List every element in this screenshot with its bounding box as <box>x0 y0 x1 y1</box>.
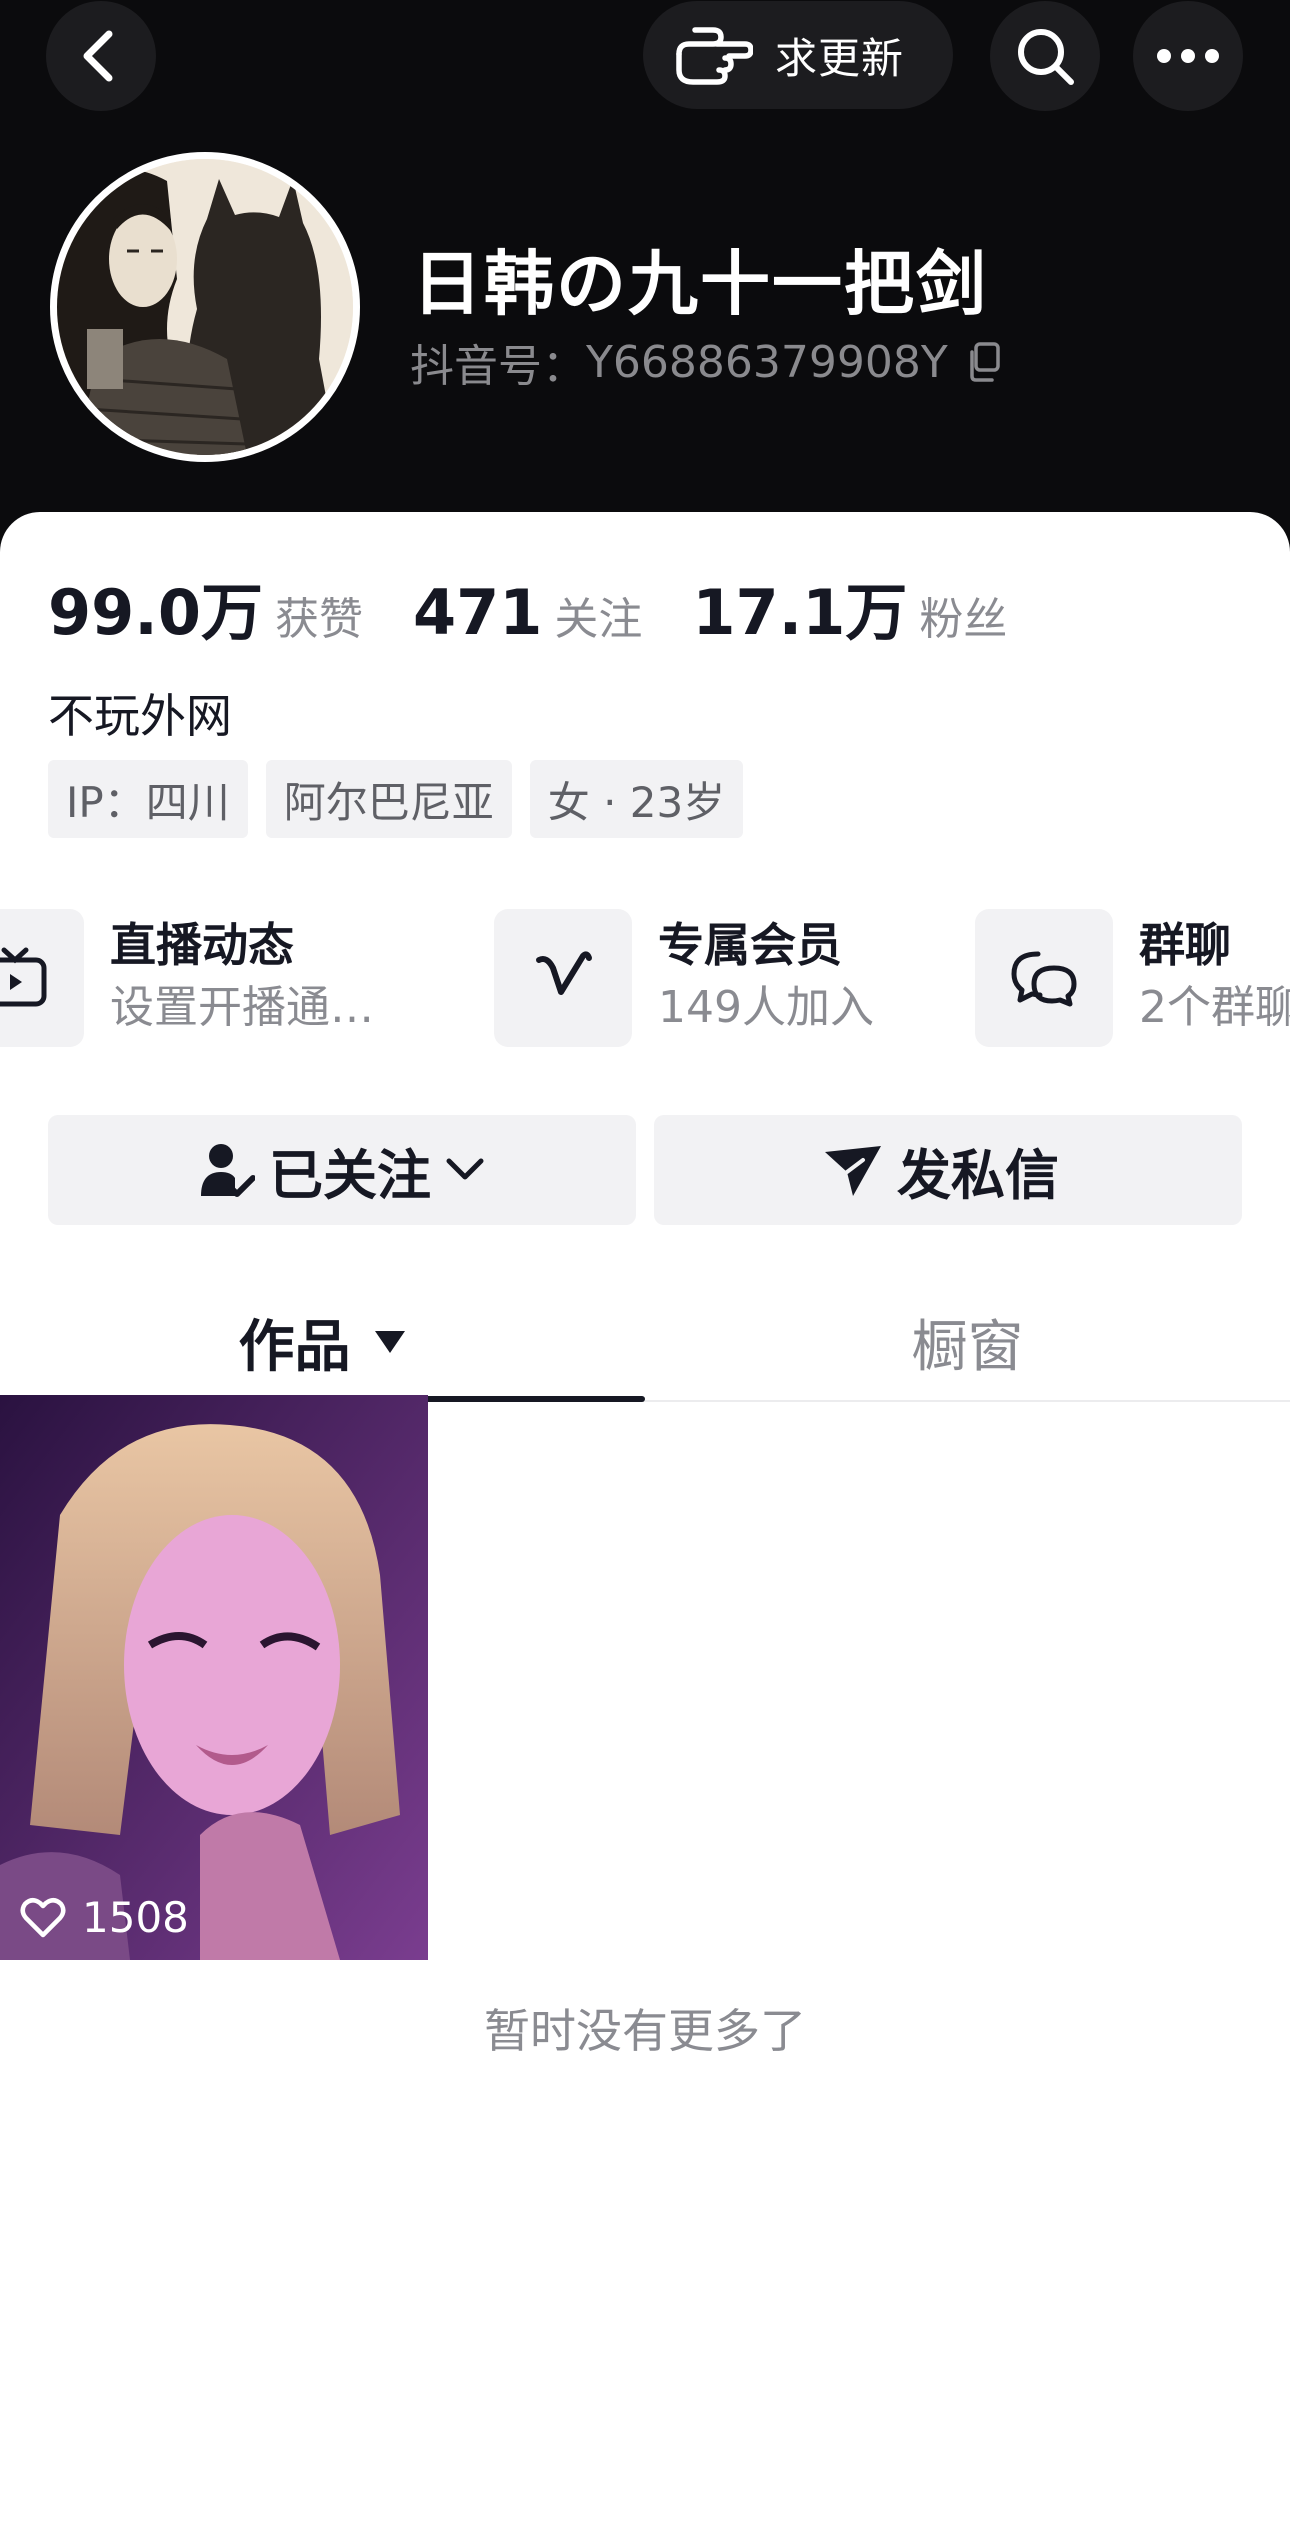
douyin-id-value: Y66886379908Y <box>586 336 948 388</box>
chat-icon <box>1011 951 1077 1007</box>
followed-label: 已关注 <box>269 1143 431 1207</box>
feature-chat-subtitle: 2个群聊 <box>1139 982 1290 1033</box>
feature-group-chat[interactable]: 群聊 2个群聊 <box>975 908 1290 1048</box>
back-button[interactable] <box>46 1 156 111</box>
avatar-illustration <box>57 159 353 455</box>
feature-membership[interactable]: 专属会员 149人加入 <box>494 908 874 1048</box>
send-message-button[interactable]: 发私信 <box>654 1115 1242 1225</box>
feature-member-icon-box <box>494 909 632 1047</box>
video-thumbnail[interactable]: 1508 <box>0 1395 428 1960</box>
feature-row: 直播动态 设置开播通… 专属会员 149人加入 群聊 2个群聊 <box>0 908 1290 1048</box>
followers-count[interactable]: 17.1万 <box>692 562 907 652</box>
stats-row: 99.0万 获赞 471 关注 17.1万 粉丝 <box>48 562 1057 652</box>
more-dots-icon <box>1157 49 1219 63</box>
feature-chat-title: 群聊 <box>1139 918 1231 972</box>
chevron-left-icon <box>83 30 113 82</box>
send-message-label: 发私信 <box>897 1143 1059 1207</box>
more-button[interactable] <box>1133 1 1243 111</box>
feature-live-title: 直播动态 <box>110 918 294 972</box>
gender-age-tag: 女 · 23岁 <box>529 760 744 838</box>
likes-label: 获赞 <box>274 594 363 645</box>
no-more-content-text: 暂时没有更多了 <box>484 2004 806 2058</box>
feature-member-subtitle: 149人加入 <box>658 982 874 1033</box>
feature-chat-icon-box <box>975 909 1113 1047</box>
v-icon <box>536 951 592 995</box>
tv-icon <box>0 947 47 1007</box>
search-button[interactable] <box>990 1 1100 111</box>
feature-member-title: 专属会员 <box>658 918 842 972</box>
bio-text: 不玩外网 <box>48 689 232 743</box>
profile-header: 求更新 日韩の九十一把剑 抖音号： Y66886379908Y <box>0 0 1290 560</box>
feature-live-subtitle: 设置开播通… <box>110 982 374 1033</box>
tab-works-label: 作品 <box>238 1314 351 1380</box>
profile-tags: IP：四川 阿尔巴尼亚 女 · 23岁 <box>48 760 761 838</box>
following-count[interactable]: 471 <box>413 576 542 649</box>
nickname: 日韩の九十一把剑 <box>412 243 988 325</box>
video-like-count: 1508 <box>20 1893 189 1942</box>
copy-icon[interactable] <box>966 342 1002 382</box>
feature-live-icon-box <box>0 909 84 1047</box>
douyin-id-label: 抖音号： <box>410 341 586 392</box>
following-label[interactable]: 关注 <box>554 583 642 647</box>
video-cover-image <box>0 1395 428 1960</box>
followed-button[interactable]: 已关注 <box>48 1115 636 1225</box>
triangle-down-icon <box>374 1331 405 1353</box>
avatar[interactable] <box>50 152 360 462</box>
heart-icon <box>20 1897 66 1937</box>
user-check-icon <box>201 1144 255 1197</box>
request-update-button[interactable]: 求更新 <box>643 1 953 109</box>
chevron-down-icon <box>446 1158 484 1180</box>
douyin-id-row: 抖音号： Y66886379908Y <box>410 330 1002 394</box>
content-tabs: 作品 橱窗 <box>0 1282 1290 1402</box>
tab-works[interactable]: 作品 <box>0 1282 645 1402</box>
likes-count: 99.0万 <box>48 576 263 649</box>
pointing-hand-icon <box>676 27 753 85</box>
ip-location-tag: IP：四川 <box>48 760 248 838</box>
tab-showcase-label: 橱窗 <box>911 1314 1024 1380</box>
search-icon <box>1018 29 1074 85</box>
followers-label[interactable]: 粉丝 <box>919 583 1007 647</box>
location-tag: 阿尔巴尼亚 <box>265 760 512 838</box>
video-like-number: 1508 <box>82 1893 189 1942</box>
paper-plane-icon <box>825 1146 881 1196</box>
feature-live-updates[interactable]: 直播动态 设置开播通… <box>0 908 374 1048</box>
tab-showcase[interactable]: 橱窗 <box>645 1282 1290 1402</box>
request-update-label: 求更新 <box>775 33 905 83</box>
